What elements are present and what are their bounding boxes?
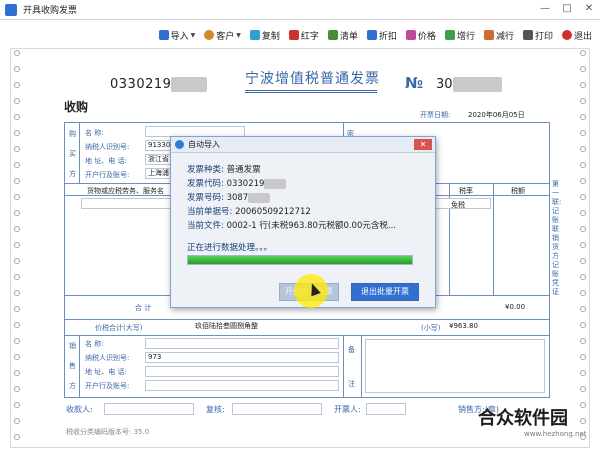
issuer-field[interactable] [366, 403, 406, 415]
progress-label: 正在进行数据处理。。。 [187, 243, 273, 253]
print-icon [522, 30, 533, 40]
invoice-code-hidden: 0000 [171, 77, 207, 92]
customer-button[interactable]: 客户 ▼ [204, 29, 241, 42]
dialog-title: 自动导入 [188, 140, 220, 149]
payee-field[interactable] [104, 403, 194, 415]
seller-address-label: 地 址、电 话: [85, 368, 127, 376]
info-current-file: 当前文件: 0002-1 行(未税963.80元税额0.00元含税... [187, 221, 396, 231]
copy-icon [249, 30, 260, 40]
toolbar: 导入 ▼ 客户 ▼ 复制 红字 清单 折扣 价格 增行 减行 打印 退出 [0, 24, 600, 46]
info-invoice-code: 发票代码: 03302190000 [187, 177, 287, 189]
import-icon [158, 30, 169, 40]
app-icon [5, 3, 17, 16]
reviewer-label: 复核: [206, 405, 225, 414]
reviewer-field[interactable] [232, 403, 322, 415]
print-button[interactable]: 打印 [522, 29, 553, 42]
title-bar: 开具收购发票 — □ ✕ [0, 0, 600, 20]
issue-date: 2020年06月05日 [468, 111, 525, 119]
tax-header: 税额 [511, 187, 525, 195]
goods-name-header: 货物或应税劳务、服务名 [87, 187, 164, 195]
total-label: 合 计 [135, 304, 152, 312]
add-row-icon [444, 30, 455, 40]
close-button[interactable]: ✕ [582, 2, 596, 16]
exit-button[interactable]: 退出 [561, 29, 592, 42]
invoice-number-hidden: 870007 [452, 77, 503, 92]
seller-tax-id-field[interactable]: 973 [145, 352, 339, 363]
price-tax-capital: 玖佰陆拾叁圆捌角整 [195, 322, 258, 330]
window-controls: — □ ✕ [538, 2, 596, 16]
chevron-down-icon: ▼ [190, 31, 196, 39]
red-note-button[interactable]: 红字 [288, 29, 319, 42]
dialog-titlebar: 自动导入 ✕ [171, 137, 435, 153]
watermark-url: www.hezhong.net [524, 430, 587, 438]
info-document-number: 当前单据号: 20060509212712 [187, 207, 311, 217]
remove-row-icon [483, 30, 494, 40]
seller-side-char: 方 [69, 382, 76, 390]
buyer-name-label: 名 称: [85, 129, 104, 137]
discount-button[interactable]: 折扣 [366, 29, 397, 42]
invoice-number: 30870007 [436, 77, 503, 92]
progress-bar [187, 255, 413, 265]
window-title: 开具收购发票 [23, 6, 78, 16]
small-amount-label: (小写) [421, 324, 441, 332]
buyer-side-char: 买 [69, 150, 76, 158]
invoice-code: 03302190000 [110, 77, 207, 92]
progress-bar-fill [188, 256, 412, 264]
dialog-app-icon [175, 140, 184, 149]
watermark: 合众软件园 www.hezhong.net [478, 404, 596, 448]
tractor-holes-left [14, 50, 22, 440]
invoice-type: 收购 [64, 100, 89, 114]
price-tax-label: 价税合计(大写) [95, 324, 143, 332]
watermark-text: 合众软件园 [478, 408, 568, 429]
buyer-side-char: 方 [69, 170, 76, 178]
seller-name-field[interactable] [145, 338, 339, 349]
copy-button[interactable]: 复制 [249, 29, 280, 42]
exit-icon [561, 30, 572, 40]
item-tax-rate: 免税 [451, 201, 465, 209]
minimize-button[interactable]: — [538, 2, 552, 16]
tractor-holes-right [580, 50, 588, 440]
small-amount: ¥963.80 [449, 322, 478, 330]
price-icon [405, 30, 416, 40]
info-invoice-type: 发票种类: 普通发票 [187, 165, 261, 175]
buyer-bank-label: 开户行及账号: [85, 171, 130, 179]
seller-address-field[interactable] [145, 366, 339, 377]
add-row-button[interactable]: 增行 [444, 29, 475, 42]
maximize-button[interactable]: □ [560, 2, 574, 16]
remark-char: 备 [348, 346, 355, 354]
seller-name-label: 名 称: [85, 340, 104, 348]
seller-side-char: 销 [69, 342, 76, 350]
invoice-no-label: № [405, 74, 424, 92]
seller-side-char: 售 [69, 362, 76, 370]
list-button[interactable]: 清单 [327, 29, 358, 42]
seller-bank-field[interactable] [145, 380, 339, 391]
issue-date-label: 开票日期: [420, 111, 451, 119]
invoice-title: 宁波增值税普通发票 [245, 71, 380, 87]
customer-icon [204, 30, 215, 40]
invoice-title-underline [245, 90, 377, 93]
total-tax: ¥0.00 [505, 303, 526, 311]
remove-row-button[interactable]: 减行 [483, 29, 514, 42]
tax-rate-header: 税率 [459, 187, 473, 195]
buyer-address-label: 地 址、电 话: [85, 157, 127, 165]
list-icon [327, 30, 338, 40]
chevron-down-icon: ▼ [236, 31, 241, 39]
remark-field[interactable] [365, 339, 545, 393]
version-text: 税收分类编码版本号: 35.0 [66, 428, 150, 436]
red-note-icon [288, 30, 299, 40]
info-invoice-number: 发票号码: 30870000 [187, 191, 270, 203]
import-button[interactable]: 导入 ▼ [158, 29, 196, 42]
seller-bank-label: 开户行及账号: [85, 382, 130, 390]
price-button[interactable]: 价格 [405, 29, 436, 42]
discount-icon [366, 30, 377, 40]
buyer-side-char: 购 [69, 130, 76, 138]
exit-batch-button[interactable]: 退出批量开票 [351, 283, 419, 301]
payee-label: 收款人: [66, 405, 93, 414]
copy-notice: 第一联:记账联 销货方记账凭证 [552, 180, 562, 296]
issuer-label: 开票人: [334, 405, 361, 414]
dialog-close-icon[interactable]: ✕ [414, 139, 432, 150]
seller-tax-id-label: 纳税人识别号: [85, 354, 130, 362]
remark-char: 注 [348, 380, 355, 388]
buyer-tax-id-label: 纳税人识别号: [85, 143, 130, 151]
